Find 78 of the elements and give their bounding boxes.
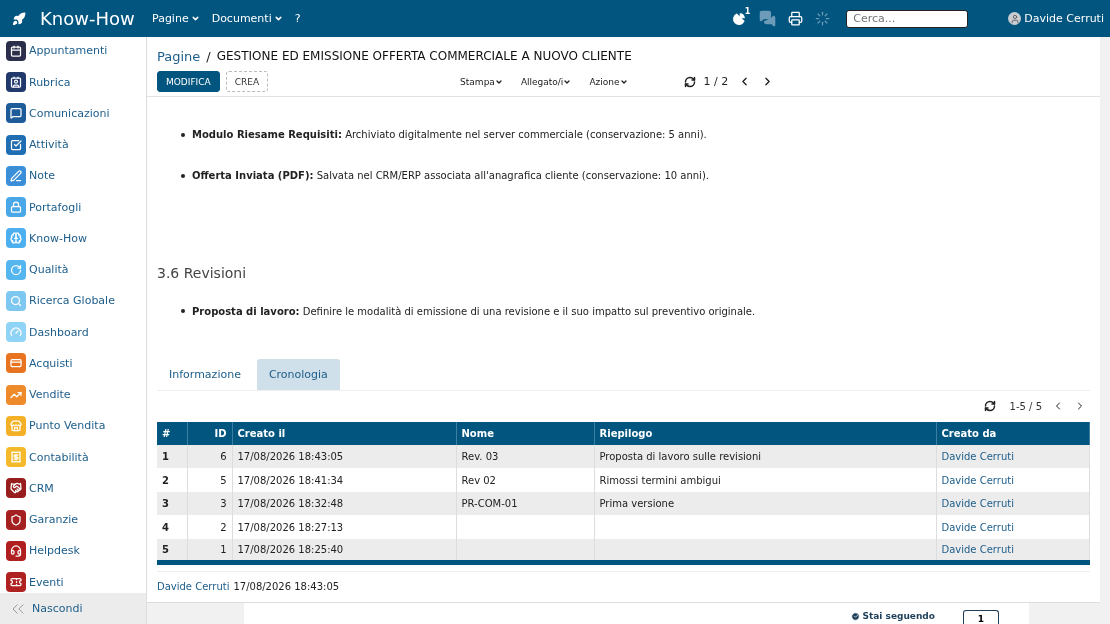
column-header: Creato da <box>936 421 1090 445</box>
avatar <box>1008 12 1022 25</box>
dropdown-menu[interactable]: Stampa <box>460 76 503 87</box>
check-circle-icon <box>851 611 861 621</box>
edit-button[interactable]: MODIFICA <box>157 71 220 92</box>
dropdown-menu[interactable]: Azione <box>589 76 628 87</box>
section-heading: 3.6 Revisioni <box>157 264 247 281</box>
sidebar-item[interactable]: Portafogli <box>6 196 146 219</box>
author-link[interactable]: Davide Cerruti <box>936 515 1090 539</box>
author-link[interactable]: Davide Cerruti <box>157 581 230 593</box>
bullet-dot <box>181 309 185 313</box>
page-range: 1-5 / 5 <box>1009 400 1042 412</box>
sidebar-item[interactable]: Attività <box>6 133 146 156</box>
refresh-icon[interactable] <box>683 75 696 88</box>
page-title: GESTIONE ED EMISSIONE OFFERTA COMMERCIALE A NUOVO CLIENTE <box>216 49 632 63</box>
bullet-text: Offerta Inviata (PDF): Salvata nel CRM/ERP associata all'anagrafica cliente (conservazione: 10 anni). <box>192 170 709 182</box>
author-link[interactable]: Davide Cerruti <box>936 538 1090 563</box>
bullet-text: Proposta di lavoro: Definire le modalità di emissione di una revisione e il suo impatto sul preventivo originale. <box>192 305 756 317</box>
sidebar-item[interactable]: Vendite <box>6 383 146 406</box>
following-status[interactable]: Stai seguendo <box>851 611 935 621</box>
bullet-dot <box>181 133 185 137</box>
spinner-icon <box>815 11 831 26</box>
table-cell: 17/08/2026 18:25:40 <box>232 538 456 563</box>
column-header: Creato il <box>232 421 456 445</box>
column-header: ID <box>187 421 232 445</box>
menu-item[interactable]: ? <box>294 12 301 25</box>
menu-item[interactable]: Documenti <box>211 12 283 25</box>
table-cell: 17/08/2026 18:41:34 <box>232 468 456 492</box>
table-cell: 4 <box>157 515 187 539</box>
bullet-dot <box>181 173 185 178</box>
breadcrumb-separator: / <box>206 48 211 64</box>
tab[interactable]: Informazione <box>157 359 253 390</box>
column-header: Riepilogo <box>594 421 936 445</box>
table-cell: 2 <box>187 515 232 539</box>
table-cell: 2 <box>157 468 187 492</box>
sidebar-item[interactable]: Contabilità <box>6 446 146 469</box>
print-icon[interactable] <box>788 11 804 26</box>
sidebar-item[interactable]: Know-How <box>6 227 146 250</box>
modified-date: 17/08/2026 18:43:05 <box>233 581 340 593</box>
sidebar-item[interactable]: CRM <box>6 477 146 500</box>
sidebar-item[interactable]: Garanzie <box>6 508 146 531</box>
refresh-icon[interactable] <box>983 400 996 413</box>
tab[interactable]: Cronologia <box>256 359 340 390</box>
sidebar-item[interactable]: Eventi <box>6 571 146 593</box>
table-cell: Rimossi termini ambigui <box>594 468 936 492</box>
sidebar-item[interactable]: Ricerca Globale <box>6 290 146 312</box>
table-cell: 1 <box>187 538 232 563</box>
table-cell: 5 <box>157 538 187 563</box>
sidebar-item[interactable]: Acquisti <box>6 352 146 375</box>
rocket-icon <box>12 11 26 26</box>
caret-icon <box>273 14 283 23</box>
column-header: # <box>157 421 187 445</box>
sidebar-item[interactable]: Rubrica <box>6 71 146 94</box>
table-cell: 17/08/2026 18:27:13 <box>232 515 456 539</box>
column-header: Nome <box>456 421 594 445</box>
sidebar-item[interactable]: Comunicazioni <box>6 102 146 125</box>
caret-icon <box>190 14 200 23</box>
sidebar-item[interactable]: Qualità <box>6 258 146 281</box>
chat-icon[interactable] <box>759 10 777 27</box>
sidebar-item[interactable]: Appuntamenti <box>6 40 146 62</box>
sidebar-item[interactable]: Helpdesk <box>6 540 146 562</box>
followers-button[interactable]: 1 <box>963 610 999 624</box>
bullet-text: Modulo Riesame Requisiti: Archiviato digitalmente nel server commerciale (conservazione: 5 anni). <box>192 129 707 141</box>
table-cell: Rev 02 <box>456 468 594 492</box>
sidebar-item[interactable]: Dashboard <box>6 321 146 344</box>
menu-item[interactable]: Pagine <box>152 12 200 25</box>
search-field[interactable]: Cerca... <box>846 9 969 28</box>
user-name[interactable]: Davide Cerruti <box>1024 12 1104 25</box>
dropdown-menu[interactable]: Allegato/i <box>520 76 572 87</box>
breadcrumb-link[interactable]: Pagine <box>157 48 201 64</box>
hide-sidebar-button[interactable]: Nascondi <box>0 593 146 624</box>
create-button[interactable]: CREA <box>225 71 269 92</box>
table-cell: 5 <box>187 468 232 492</box>
sidebar-item[interactable]: Punto Vendita <box>6 415 146 437</box>
sidebar-item[interactable]: Note <box>6 165 146 187</box>
app-title: Know-How <box>40 8 136 29</box>
author-link[interactable]: Davide Cerruti <box>936 468 1090 492</box>
page-counter: 1 / 2 <box>703 75 729 88</box>
